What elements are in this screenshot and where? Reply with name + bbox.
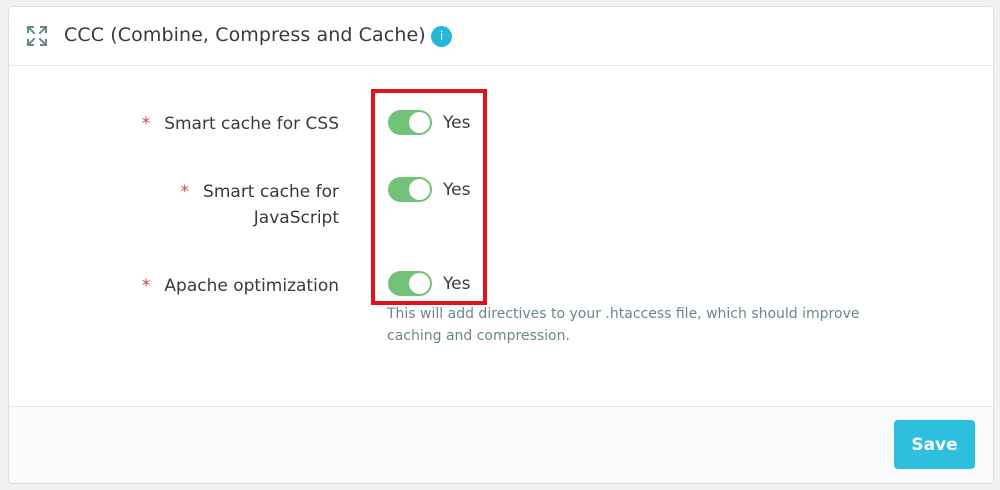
label-text: Apache optimization bbox=[164, 276, 339, 296]
required-marker: * bbox=[141, 114, 151, 134]
label-text-line1: Smart cache for bbox=[203, 182, 339, 202]
field-label-smart-cache-css: * Smart cache for CSS bbox=[9, 111, 339, 137]
required-marker: * bbox=[141, 276, 151, 296]
panel-title: CCC (Combine, Compress and Cache) bbox=[64, 24, 426, 46]
field-label-apache-optimization: * Apache optimization bbox=[9, 273, 339, 299]
required-marker: * bbox=[180, 182, 190, 202]
highlight-annotation-box bbox=[371, 89, 487, 305]
apache-optimization-help: This will add directives to your .htacce… bbox=[387, 306, 860, 344]
label-text-line2: JavaScript bbox=[253, 208, 339, 228]
field-label-smart-cache-js: * Smart cache for JavaScript bbox=[9, 179, 339, 231]
panel-footer: Save bbox=[9, 406, 993, 483]
expand-arrows-icon[interactable] bbox=[25, 24, 49, 48]
save-button[interactable]: Save bbox=[894, 420, 975, 469]
ccc-panel: CCC (Combine, Compress and Cache) i * Sma… bbox=[8, 6, 994, 484]
info-icon[interactable]: i bbox=[431, 26, 452, 47]
panel-header: CCC (Combine, Compress and Cache) i bbox=[9, 7, 993, 66]
label-text: Smart cache for CSS bbox=[164, 114, 339, 134]
